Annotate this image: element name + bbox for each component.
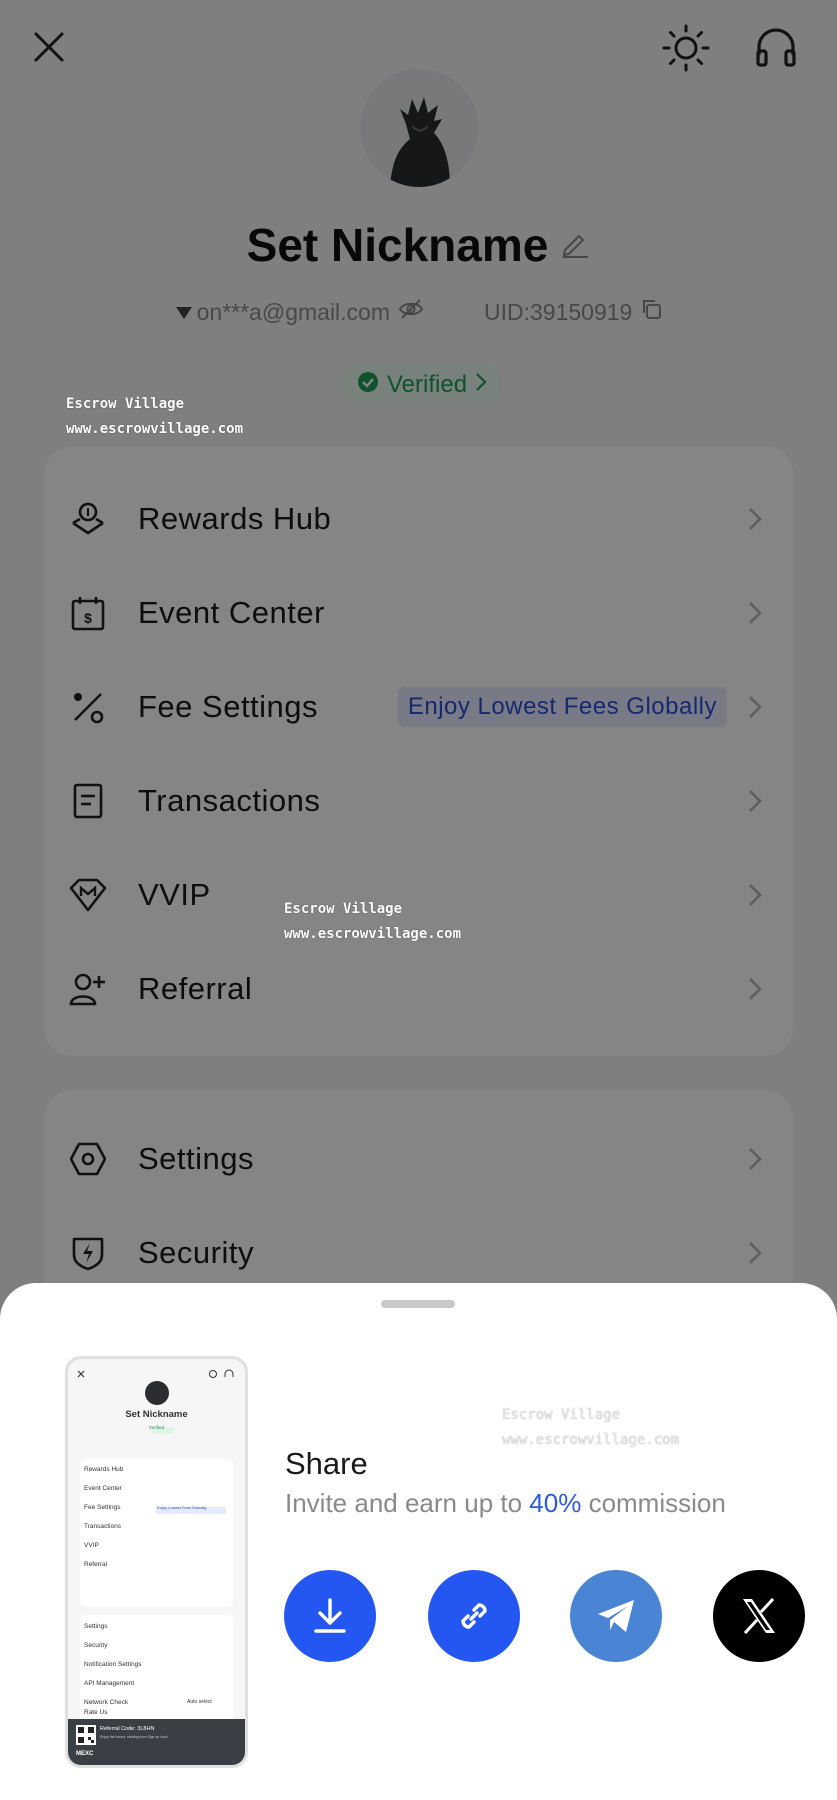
qr-code-icon: [76, 1725, 96, 1745]
preview-row: Network Check: [84, 1699, 129, 1706]
preview-row: VVIP: [84, 1542, 99, 1549]
watermark-line: www.escrowvillage.com: [284, 926, 462, 942]
preview-referral-code: Referral Code: 3L8HN: [100, 1726, 155, 1732]
commission-highlight: 40%: [529, 1488, 582, 1518]
share-title: Share: [285, 1446, 368, 1481]
watermark: Escrow Village www.escrowvillage.com: [502, 1403, 679, 1453]
telegram-button[interactable]: [570, 1570, 662, 1662]
preview-network-value: Auto select: [187, 1699, 212, 1705]
preview-referral-sub: Enjoy the bonus, starting from Sign up n…: [100, 1735, 168, 1739]
share-sheet: Set Nickname Verified Rewards Hub Event …: [0, 1283, 837, 1800]
subtitle-text: commission: [581, 1488, 726, 1518]
preview-referral-footer: Referral Code: 3L8HN Enjoy the bonus, st…: [68, 1719, 245, 1765]
telegram-icon: [598, 1600, 634, 1632]
preview-row: Rate Us: [84, 1709, 108, 1716]
preview-verified: Verified: [148, 1425, 164, 1430]
preview-row: Rewards Hub: [84, 1466, 124, 1473]
watermark-line: Escrow Village: [502, 1407, 621, 1423]
preview-row: Referral: [84, 1561, 108, 1568]
preview-row: API Management: [84, 1680, 135, 1687]
preview-fee-badge: Enjoy Lowest Fees Globally: [157, 1505, 207, 1510]
download-button[interactable]: [284, 1570, 376, 1662]
preview-row: Settings: [84, 1623, 108, 1630]
subtitle-text: Invite and earn up to: [285, 1488, 530, 1518]
preview-row: Fee Settings: [84, 1504, 121, 1511]
preview-row: Transactions: [84, 1523, 121, 1530]
share-subtitle: Invite and earn up to 40% commission: [285, 1488, 726, 1519]
x-logo-icon: [743, 1597, 775, 1635]
preview-brand: MEXC: [76, 1751, 94, 1757]
preview-row: Notification Settings: [84, 1661, 142, 1668]
preview-row: Security: [84, 1642, 108, 1649]
preview-row: Event Center: [84, 1485, 122, 1492]
drag-handle[interactable]: [381, 1300, 455, 1308]
watermark-line: Escrow Village: [284, 901, 403, 917]
watermark: Escrow Village www.escrowvillage.com: [66, 392, 243, 442]
preview-nickname: Set Nickname: [125, 1409, 188, 1420]
share-preview-image: Set Nickname Verified Rewards Hub Event …: [65, 1356, 248, 1768]
link-icon: [461, 1603, 487, 1629]
watermark: Escrow Village www.escrowvillage.com: [284, 897, 461, 947]
watermark-line: www.escrowvillage.com: [66, 421, 244, 437]
watermark-line: Escrow Village: [66, 396, 185, 412]
download-icon: [314, 1598, 346, 1633]
x-share-button[interactable]: [713, 1570, 805, 1662]
watermark-line: www.escrowvillage.com: [502, 1432, 680, 1448]
copy-link-button[interactable]: [428, 1570, 520, 1662]
